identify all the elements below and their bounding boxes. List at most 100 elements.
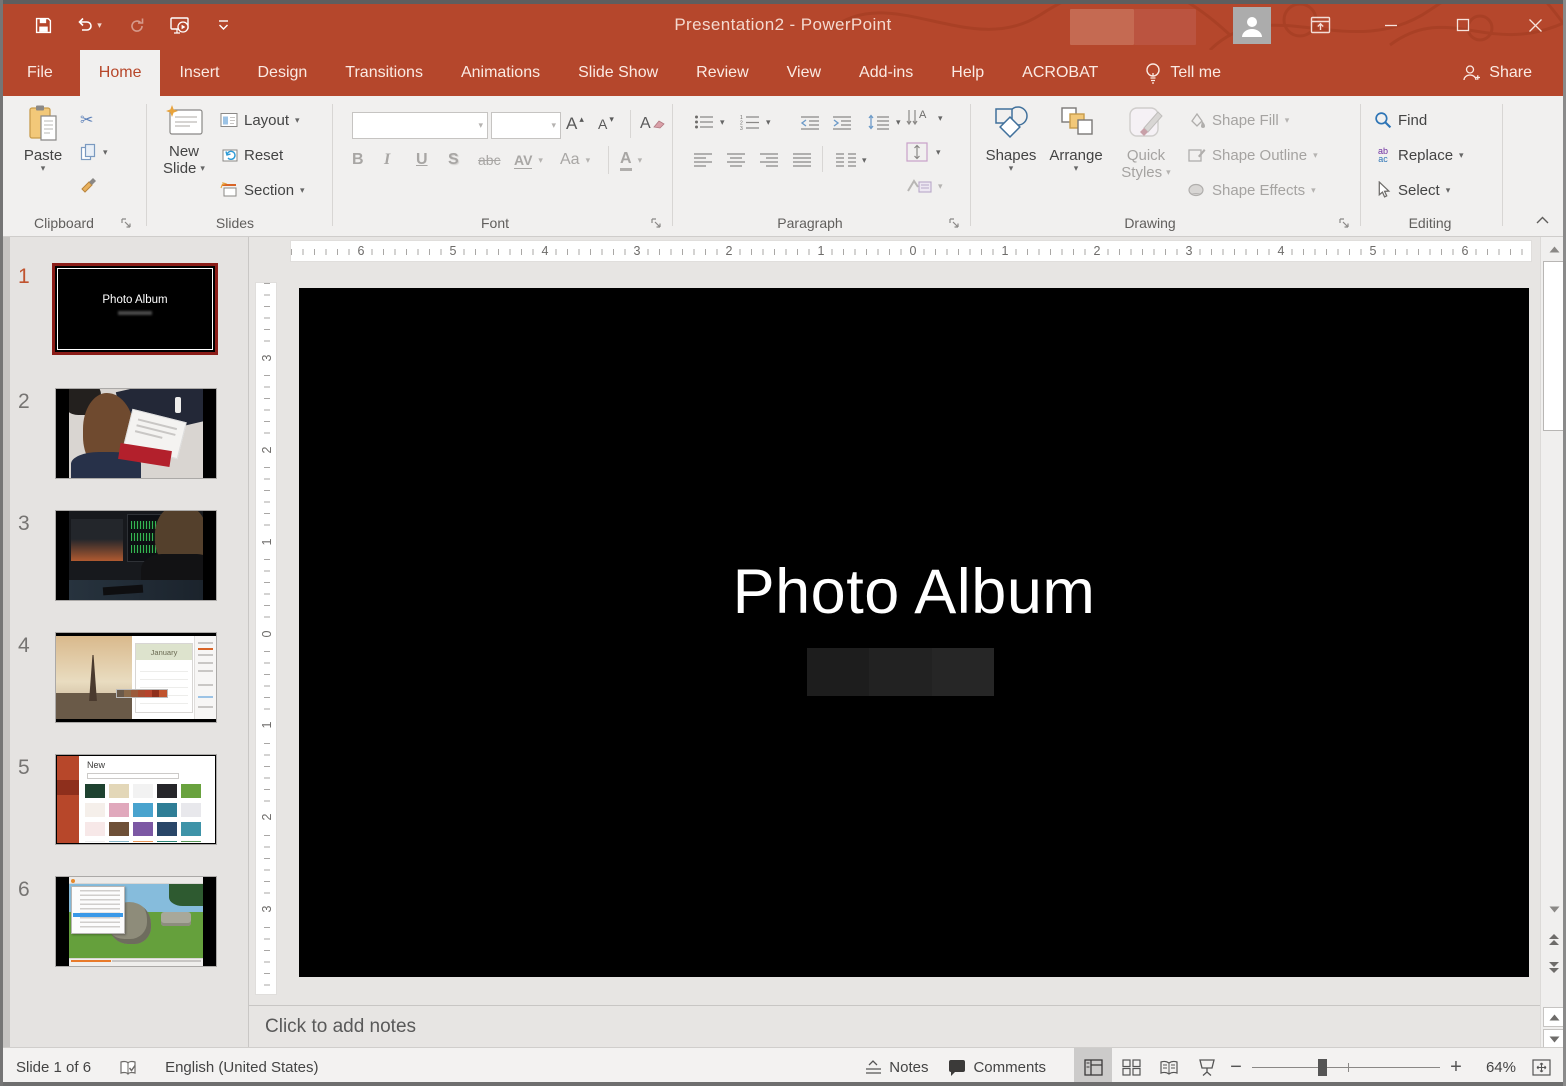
numbering-dropdown-arrow[interactable]: ▾ — [766, 118, 771, 127]
slide-6-preview[interactable] — [55, 876, 217, 967]
section-button[interactable]: Section ▾ — [220, 178, 305, 202]
section-dropdown-arrow[interactable]: ▾ — [300, 186, 305, 195]
slide-canvas[interactable]: Photo Album — [299, 288, 1529, 977]
notes-pane[interactable]: Click to add notes — [249, 1005, 1540, 1047]
zoom-in-button[interactable]: + — [1446, 1056, 1466, 1079]
tab-help[interactable]: Help — [932, 50, 1003, 96]
zoom-slider-track[interactable] — [1252, 1067, 1440, 1068]
close-button[interactable] — [1508, 0, 1562, 50]
format-painter-button[interactable] — [80, 172, 98, 196]
clear-formatting-button[interactable]: A — [640, 112, 668, 136]
comments-toggle-button[interactable]: Comments — [938, 1048, 1056, 1086]
clipboard-dialog-launcher[interactable] — [120, 216, 134, 230]
text-direction-button[interactable]: A ▾ — [906, 106, 943, 130]
line-spacing-dropdown-arrow[interactable]: ▾ — [896, 118, 901, 127]
convert-to-smartart-button[interactable]: ▾ — [906, 174, 943, 198]
select-button[interactable]: Select ▾ — [1374, 178, 1450, 202]
tab-file[interactable]: File — [0, 50, 80, 96]
spell-check-icon[interactable] — [119, 1059, 137, 1077]
slide-4-preview[interactable]: January — [55, 632, 217, 723]
tab-transitions[interactable]: Transitions — [326, 50, 442, 96]
decrease-font-size-button[interactable]: A▾ — [598, 112, 626, 136]
tab-design[interactable]: Design — [238, 50, 326, 96]
slide-2-preview[interactable] — [55, 388, 217, 479]
tab-slide-show[interactable]: Slide Show — [559, 50, 677, 96]
tab-animations[interactable]: Animations — [442, 50, 559, 96]
ribbon-display-options-button[interactable] — [1298, 0, 1342, 50]
text-shadow-button[interactable]: S — [448, 148, 478, 172]
paragraph-dialog-launcher[interactable] — [948, 216, 962, 230]
slide-3-preview[interactable] — [55, 510, 217, 601]
tab-home[interactable]: Home — [80, 50, 161, 96]
scroll-down-button[interactable] — [1543, 899, 1565, 919]
align-center-button[interactable] — [727, 148, 745, 172]
shapes-button[interactable]: Shapes ▾ — [982, 104, 1040, 173]
zoom-out-button[interactable]: − — [1226, 1056, 1246, 1079]
align-left-button[interactable] — [694, 148, 712, 172]
tell-me-box[interactable]: Tell me — [1131, 50, 1235, 96]
columns-dropdown-arrow[interactable]: ▾ — [862, 156, 867, 165]
zoom-slider-thumb[interactable] — [1318, 1059, 1327, 1076]
character-spacing-button[interactable]: AV ▾ — [514, 148, 543, 172]
zoom-percentage[interactable]: 64% — [1470, 1059, 1516, 1076]
notes-placeholder[interactable]: Click to add notes — [265, 1016, 416, 1038]
copy-dropdown-arrow[interactable]: ▾ — [103, 148, 108, 157]
font-dialog-launcher[interactable] — [650, 216, 664, 230]
select-dropdown-arrow[interactable]: ▾ — [1446, 186, 1451, 195]
minimize-button[interactable] — [1368, 0, 1414, 50]
justify-button[interactable] — [793, 148, 811, 172]
slide-1-preview[interactable]: Photo Album — [52, 263, 218, 355]
slide-5-preview[interactable]: New — [55, 754, 217, 845]
font-size-combobox[interactable]: ▾ — [491, 112, 561, 139]
text-direction-dropdown-arrow[interactable]: ▾ — [938, 114, 943, 123]
copy-button[interactable]: ▾ — [80, 140, 108, 164]
zoom-slider[interactable] — [1252, 1048, 1440, 1086]
arrange-button[interactable]: Arrange ▾ — [1044, 104, 1108, 173]
change-case-button[interactable]: Aa ▾ — [560, 148, 590, 172]
font-name-combobox[interactable]: ▾ — [352, 112, 488, 139]
bold-button[interactable]: B — [352, 148, 382, 172]
columns-button[interactable]: ▾ — [836, 148, 867, 172]
line-spacing-button[interactable]: ▾ — [868, 110, 901, 134]
find-button[interactable]: Find — [1374, 108, 1427, 132]
paste-button[interactable]: Paste ▾ — [16, 104, 70, 173]
tab-view[interactable]: View — [768, 50, 840, 96]
collapse-ribbon-button[interactable] — [1530, 210, 1554, 230]
drawing-dialog-launcher[interactable] — [1338, 216, 1352, 230]
scrollbar-thumb[interactable] — [1543, 261, 1565, 431]
slide-title-text[interactable]: Photo Album — [299, 556, 1529, 628]
decrease-indent-button[interactable] — [800, 110, 820, 134]
language-indicator[interactable]: English (United States) — [165, 1059, 318, 1076]
notes-toggle-button[interactable]: Notes — [855, 1048, 938, 1086]
increase-font-size-button[interactable]: A▴ — [566, 112, 594, 136]
thumbnail-panel-scrollbar[interactable] — [3, 237, 10, 1047]
tab-add-ins[interactable]: Add-ins — [840, 50, 932, 96]
slide-sorter-view-button[interactable] — [1112, 1048, 1150, 1086]
slide-show-view-button[interactable] — [1188, 1048, 1226, 1086]
notes-scroll-down-button[interactable] — [1543, 1029, 1565, 1049]
slide-subtitle-redacted[interactable] — [807, 648, 994, 696]
tab-insert[interactable]: Insert — [160, 50, 238, 96]
replace-button[interactable]: ab ac Replace ▾ — [1374, 143, 1464, 167]
shapes-dropdown-arrow[interactable]: ▾ — [1009, 164, 1014, 173]
paste-dropdown-arrow[interactable]: ▾ — [41, 164, 46, 173]
new-slide-dropdown-arrow[interactable]: ▾ — [200, 164, 205, 173]
fit-slide-to-window-button[interactable] — [1524, 1048, 1558, 1086]
font-color-button[interactable]: A ▾ — [620, 148, 642, 172]
bullets-dropdown-arrow[interactable]: ▾ — [720, 118, 725, 127]
replace-dropdown-arrow[interactable]: ▾ — [1459, 151, 1464, 160]
previous-slide-button[interactable] — [1543, 929, 1565, 949]
new-slide-button[interactable]: New Slide ▾ — [156, 104, 212, 177]
layout-dropdown-arrow[interactable]: ▾ — [295, 116, 300, 125]
cut-button[interactable]: ✂ — [80, 108, 93, 132]
normal-view-button[interactable] — [1074, 1048, 1112, 1086]
tab-acrobat[interactable]: ACROBAT — [1003, 50, 1117, 96]
reset-button[interactable]: Reset — [220, 143, 283, 167]
numbering-button[interactable]: 123 ▾ — [740, 110, 771, 134]
align-text-dropdown-arrow[interactable]: ▾ — [936, 148, 941, 157]
increase-indent-button[interactable] — [832, 110, 852, 134]
account-avatar[interactable] — [1233, 7, 1271, 44]
notes-scroll-up-button[interactable] — [1543, 1007, 1565, 1027]
bullets-button[interactable]: ▾ — [694, 110, 725, 134]
italic-button[interactable]: I — [384, 148, 414, 172]
